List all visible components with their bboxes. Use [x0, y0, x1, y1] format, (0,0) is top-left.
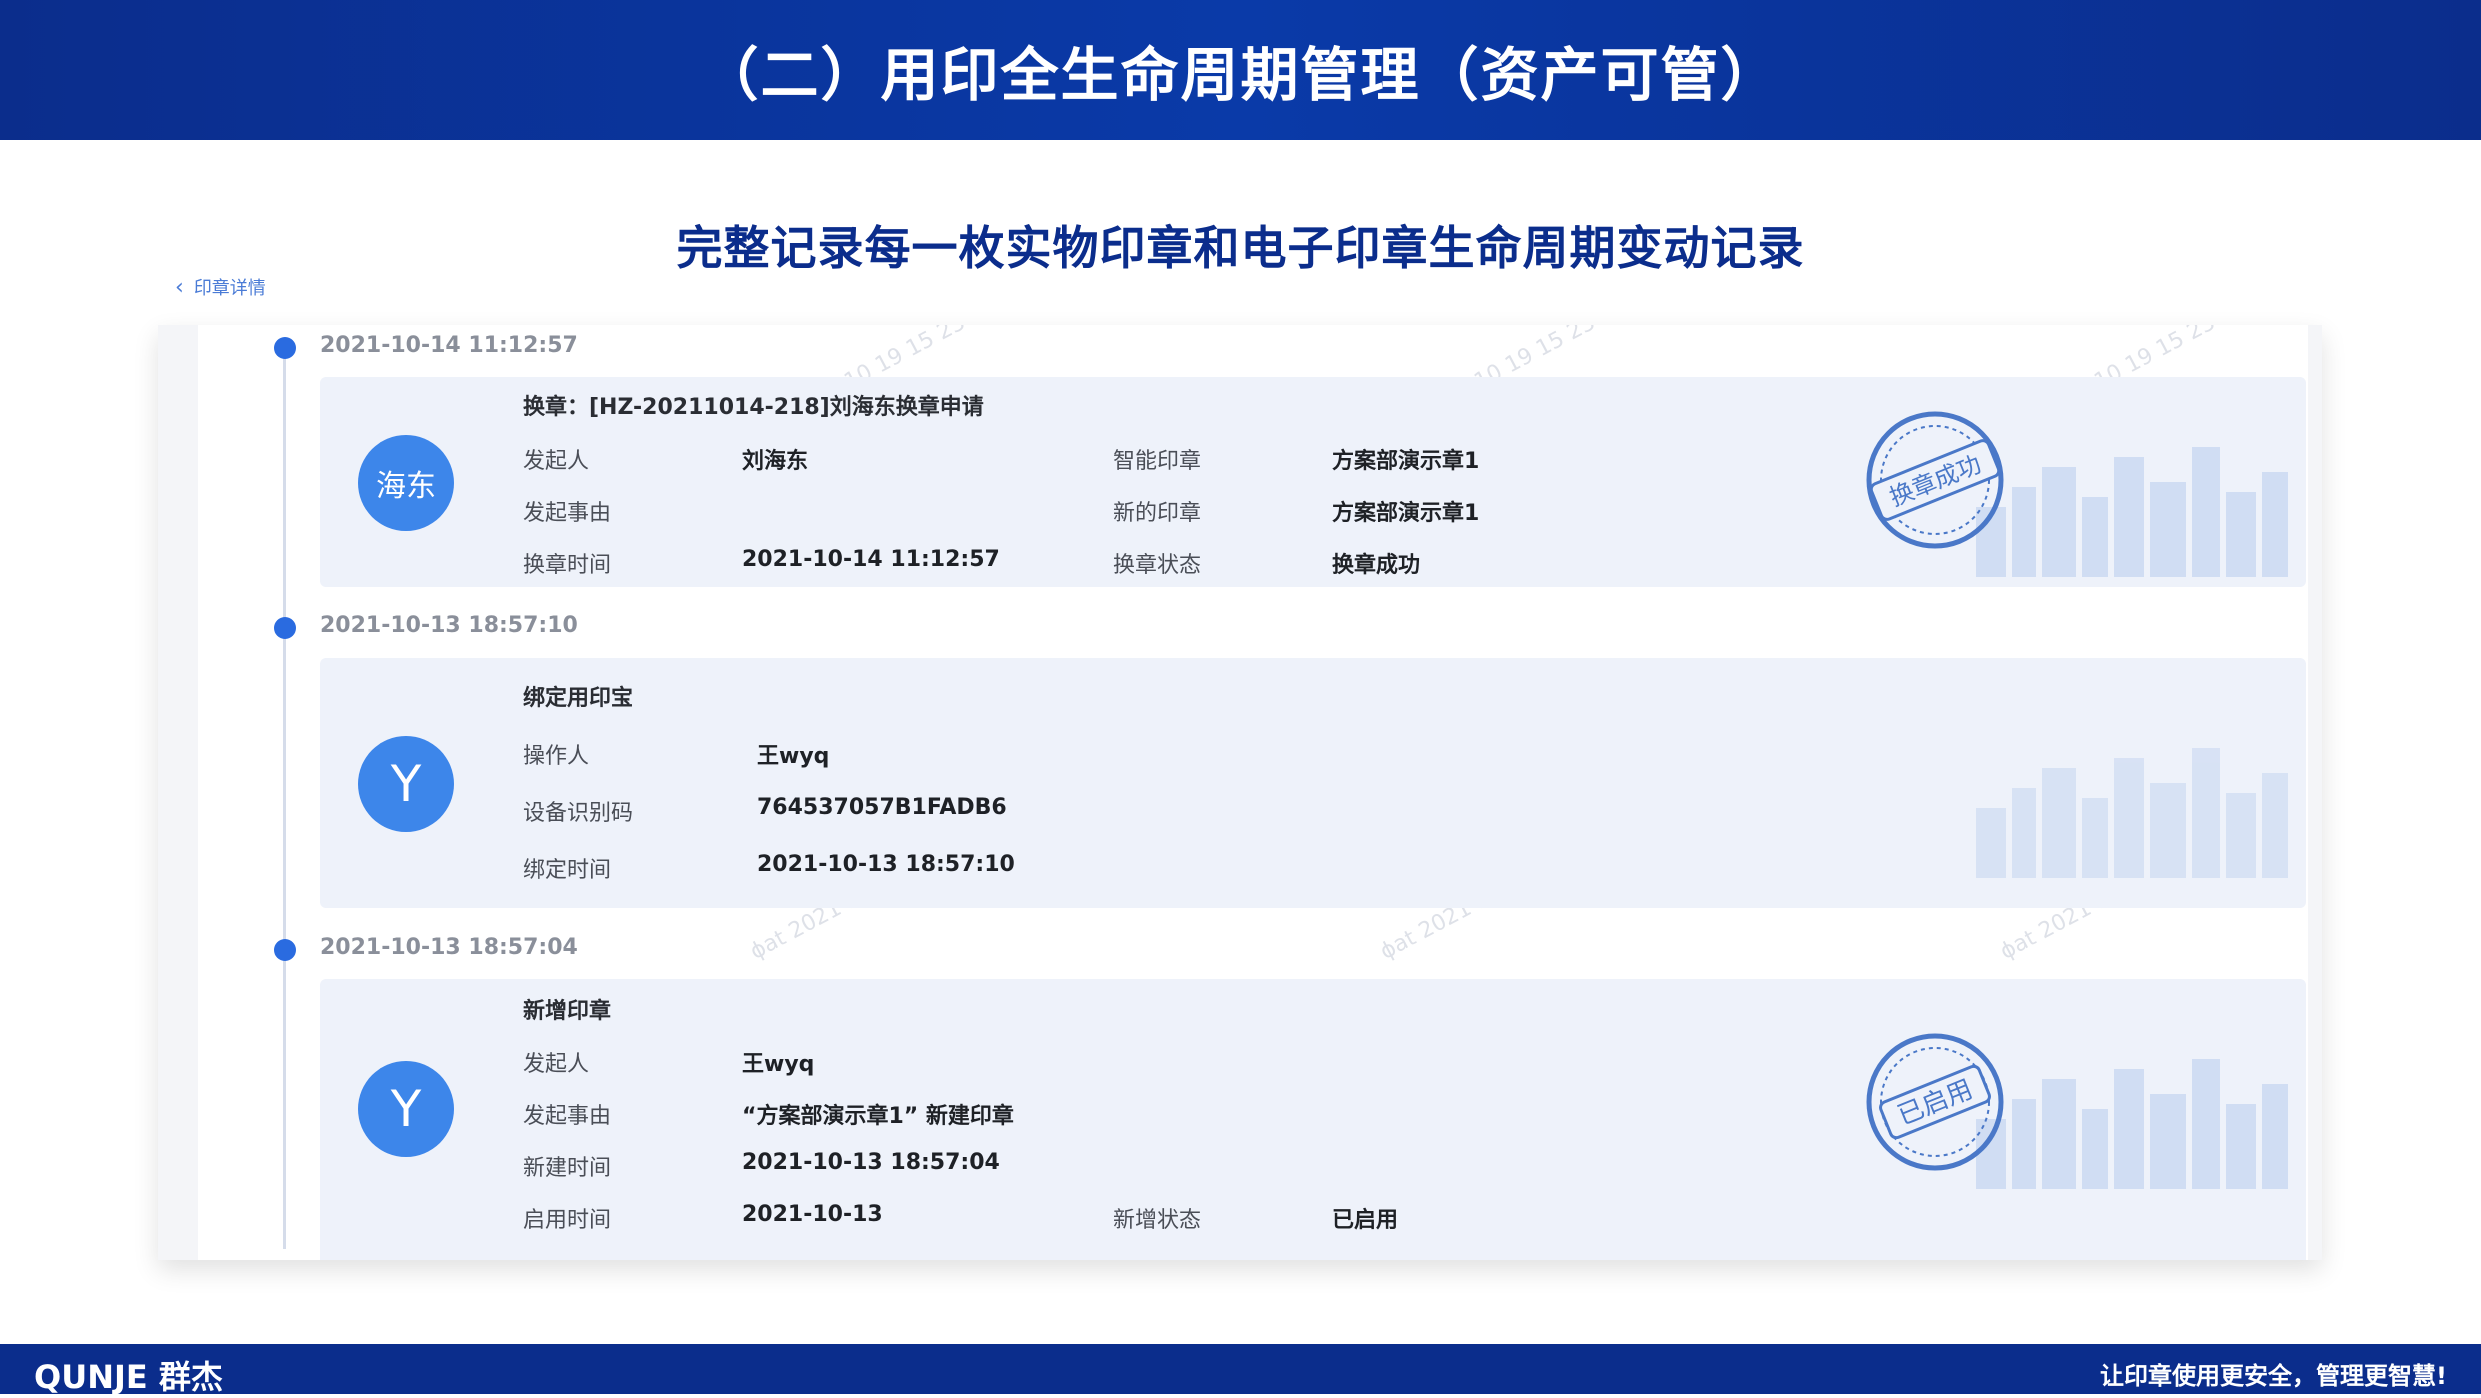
field-value: 2021-10-13 18:57:04 [742, 1150, 1000, 1175]
event-card-swap: 海东 换章：[HZ-20211014-218]刘海东换章申请 发起人 刘海东 发… [320, 377, 2306, 587]
field-value: 2021-10-14 11:12:57 [742, 547, 1000, 572]
back-link[interactable]: ‹ 印章详情 [175, 274, 266, 300]
event-timestamp: 2021-10-13 18:57:10 [320, 613, 578, 638]
timeline-dot [274, 617, 296, 639]
field-label: 绑定时间 [523, 858, 612, 883]
event-timestamp: 2021-10-14 11:12:57 [320, 333, 578, 358]
avatar: Y [358, 736, 454, 832]
field-label: 操作人 [523, 744, 590, 769]
field-value: 王wyq [742, 1052, 815, 1077]
footer-slogan: 让印章使用更安全，管理更智慧! [2100, 1362, 2447, 1390]
event-title: 新增印章 [523, 999, 612, 1024]
brand-logo: QUNJE 群杰 [34, 1358, 223, 1396]
app-screenshot: ɸat 2021 10 19 15 23 ɸat 2021 10 19 15 2… [158, 325, 2322, 1260]
event-title: 换章：[HZ-20211014-218]刘海东换章申请 [523, 395, 984, 420]
field-label: 新建时间 [523, 1156, 612, 1181]
field-value: 换章成功 [1332, 553, 1421, 578]
field-label: 新的印章 [1113, 501, 1202, 526]
field-value: 2021-10-13 [742, 1202, 883, 1227]
field-label: 发起事由 [523, 501, 612, 526]
event-card-new-seal: Y 新增印章 发起人 王wyq 发起事由 “方案部演示章1” 新建印章 新建时间… [320, 979, 2306, 1260]
field-value: 方案部演示章1 [1332, 449, 1480, 474]
field-label: 智能印章 [1113, 449, 1202, 474]
timeline-dot [274, 939, 296, 961]
event-card-bind: Y 绑定用印宝 操作人 王wyq 设备识别码 764537057B1FADB6 … [320, 658, 2306, 908]
city-skyline-illustration [1976, 1059, 2288, 1189]
city-skyline-illustration [1976, 447, 2288, 577]
field-value: 王wyq [757, 744, 830, 769]
field-value: “方案部演示章1” 新建印章 [742, 1104, 1014, 1129]
field-value: 2021-10-13 18:57:10 [757, 852, 1015, 877]
timeline-line [283, 349, 286, 1249]
field-label: 发起人 [523, 449, 590, 474]
field-value: 刘海东 [742, 449, 809, 474]
event-title: 绑定用印宝 [523, 686, 634, 711]
field-label: 设备识别码 [523, 801, 634, 826]
field-value: 764537057B1FADB6 [757, 795, 1007, 820]
field-label: 换章状态 [1113, 553, 1202, 578]
event-timestamp: 2021-10-13 18:57:04 [320, 935, 578, 960]
stamp-enabled-icon: 已启用 [1866, 1033, 2004, 1171]
avatar: 海东 [358, 435, 454, 531]
field-label: 发起人 [523, 1052, 590, 1077]
field-label: 换章时间 [523, 553, 612, 578]
slide-title: （二）用印全生命周期管理（资产可管） [700, 41, 1781, 109]
slide-subtitle: 完整记录每一枚实物印章和电子印章生命周期变动记录 [676, 221, 1805, 275]
field-label: 新增状态 [1113, 1208, 1202, 1233]
chevron-left-icon: ‹ [175, 274, 184, 300]
avatar: Y [358, 1061, 454, 1157]
field-value: 已启用 [1332, 1208, 1399, 1233]
slide-footer: QUNJE 群杰 让印章使用更安全，管理更智慧! [0, 1344, 2481, 1396]
back-link-label: 印章详情 [193, 278, 266, 299]
field-value: 方案部演示章1 [1332, 501, 1480, 526]
field-label: 发起事由 [523, 1104, 612, 1129]
slide-header: （二）用印全生命周期管理（资产可管） [0, 0, 2481, 140]
city-skyline-illustration [1976, 748, 2288, 878]
stamp-swap-success-icon: 换章成功 [1866, 411, 2004, 549]
field-label: 启用时间 [523, 1208, 612, 1233]
timeline-panel: ɸat 2021 10 19 15 23 ɸat 2021 10 19 15 2… [198, 325, 2308, 1260]
timeline-dot [274, 337, 296, 359]
